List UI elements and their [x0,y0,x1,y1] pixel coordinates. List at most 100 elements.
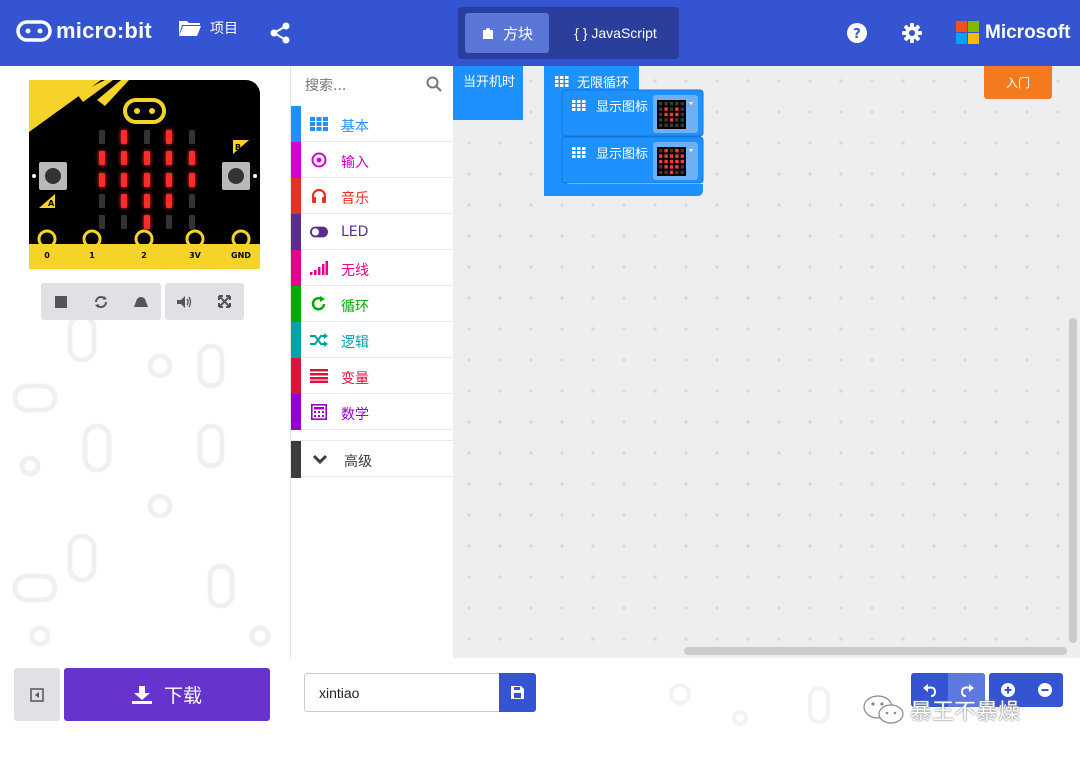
category-lines[interactable]: 变量 [291,358,454,394]
category-advanced[interactable]: 高级 [291,440,454,478]
icon-led-pixel[interactable] [680,170,684,174]
fullscreen-button[interactable] [205,283,243,320]
icon-led-pixel[interactable] [664,107,668,111]
project-name-input[interactable] [304,673,500,712]
icon-led-pixel[interactable] [680,159,684,164]
toolbox-search-input[interactable]: 搜索... [291,66,454,104]
icon-led-pixel[interactable] [669,170,674,174]
zoom-out-icon [1037,683,1052,697]
blocks-workspace[interactable]: 当开机时 无限循环 显示图标 显示图标 入门 [453,66,1080,658]
icon-led-pixel[interactable] [669,118,674,122]
icon-led-pixel[interactable] [675,112,679,117]
category-grid[interactable]: 基本 [291,106,454,142]
icon-led-pixel[interactable] [675,170,679,174]
search-icon[interactable] [426,76,442,92]
download-label: 下载 [163,685,202,707]
icon-led-pixel[interactable] [669,165,674,169]
icon-led-pixel[interactable] [659,118,663,122]
icon-led-pixel[interactable] [675,154,679,158]
category-signal[interactable]: 无线 [291,250,454,286]
share-button[interactable] [270,22,290,44]
icon-led-pixel[interactable] [664,170,668,174]
restart-icon [95,295,107,308]
icon-led-pixel[interactable] [669,102,674,106]
icon-led-pixel[interactable] [664,165,668,169]
icon-led-pixel[interactable] [680,107,684,111]
zoom-out-button[interactable] [1026,673,1063,707]
icon-led-pixel[interactable] [680,165,684,169]
icon-led-pixel[interactable] [659,154,663,158]
icon-led-pixel[interactable] [680,102,684,106]
icon-led-pixel[interactable] [669,107,674,111]
download-button[interactable]: 下载 [64,668,270,721]
icon-led-pixel[interactable] [664,118,668,122]
microbit-logo[interactable]: micro:bit [16,18,152,44]
icon-led-pixel[interactable] [664,102,668,106]
icon-led-pixel[interactable] [669,149,674,153]
icon-led-pixel[interactable] [675,107,679,111]
icon-led-pixel[interactable] [680,112,684,117]
mute-button[interactable] [166,283,204,320]
category-label: 无线 [341,263,369,279]
getting-started-button[interactable]: 入门 [984,66,1052,99]
icon-led-pixel[interactable] [675,149,679,153]
category-toggle[interactable]: LED [291,214,454,250]
vertical-scrollbar[interactable] [1069,318,1077,643]
microsoft-brand-text: Microsoft [985,21,1071,43]
icon-led-pixel[interactable] [669,154,674,158]
icon-led-pixel[interactable] [669,112,674,117]
slow-mo-button[interactable] [122,283,160,320]
icon-led-pixel[interactable] [664,123,668,127]
icon-led-pixel[interactable] [675,159,679,164]
collapse-icon [30,687,44,702]
category-shuffle[interactable]: 逻辑 [291,322,454,358]
category-color-bar [291,286,301,322]
icon-led-pixel[interactable] [675,102,679,106]
category-color-bar [291,250,301,286]
stop-button[interactable] [42,283,80,320]
icon-led-pixel[interactable] [669,159,674,164]
icon-led-pixel[interactable] [659,123,663,127]
icon-led-pixel[interactable] [664,154,668,158]
icon-led-pixel[interactable] [680,154,684,158]
icon-led-pixel[interactable] [669,123,674,127]
icon-led-pixel[interactable] [680,149,684,153]
icon-led-pixel[interactable] [675,118,679,122]
projects-button[interactable]: 项目 [178,18,238,38]
javascript-mode-tab[interactable]: { } JavaScript [558,13,673,53]
icon-led-pixel[interactable] [675,165,679,169]
horizontal-scrollbar[interactable] [684,647,1067,655]
icon-led-pixel[interactable] [659,112,663,117]
icon-led-pixel[interactable] [659,159,663,164]
icon-led-pixel[interactable] [664,112,668,117]
chevron-down-icon [311,450,329,468]
category-loop[interactable]: 循环 [291,286,454,322]
led-pixel [144,194,150,208]
category-calculator[interactable]: 数学 [291,394,454,430]
icon-led-pixel[interactable] [659,149,663,153]
blocks-mode-tab[interactable]: 方块 [465,13,549,53]
icon-led-pixel[interactable] [659,102,663,106]
icon-led-pixel[interactable] [659,170,663,174]
icon-led-pixel[interactable] [675,123,679,127]
svg-text:?: ? [853,27,861,42]
icon-led-pixel[interactable] [659,165,663,169]
led-pixel [121,151,127,165]
settings-button[interactable] [902,23,922,43]
microsoft-logo[interactable]: Microsoft [956,21,1071,44]
icon-led-pixel[interactable] [659,107,663,111]
icon-led-pixel[interactable] [680,118,684,122]
icon-led-pixel[interactable] [664,159,668,164]
top-menu-bar: micro:bit 项目 方块 { } JavaScript ? Microso… [0,0,1080,66]
category-color-bar [291,178,301,214]
icon-led-pixel[interactable] [664,149,668,153]
category-target[interactable]: 输入 [291,142,454,178]
restart-button[interactable] [82,283,120,320]
led-pixel [166,215,172,229]
collapse-simulator-button[interactable] [14,668,60,721]
save-button[interactable] [499,673,536,712]
microbit-board[interactable]: A B 0 1 2 3V GND [29,80,260,269]
help-button[interactable]: ? [847,23,867,43]
icon-led-pixel[interactable] [680,123,684,127]
category-headphones[interactable]: 音乐 [291,178,454,214]
